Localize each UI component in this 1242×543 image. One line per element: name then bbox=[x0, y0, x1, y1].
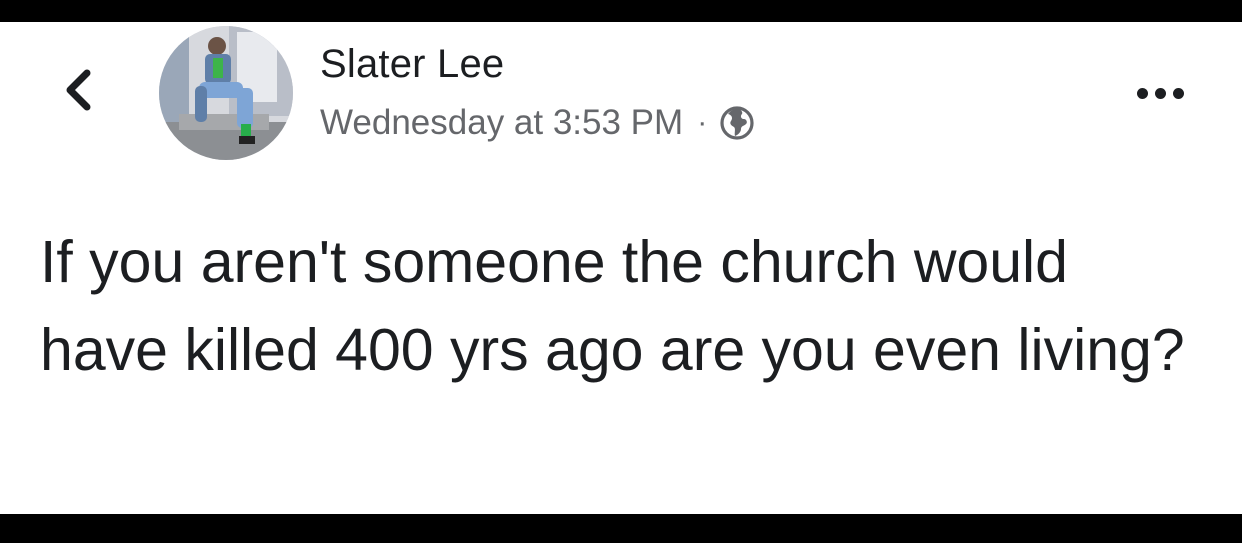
post-timestamp[interactable]: Wednesday at 3:53 PM bbox=[320, 103, 683, 143]
post-body-text: If you aren't someone the church would h… bbox=[40, 229, 1185, 383]
post-card: Slater Lee Wednesday at 3:53 PM · If you… bbox=[0, 22, 1242, 514]
globe-icon[interactable] bbox=[719, 105, 755, 141]
meta-separator: · bbox=[697, 106, 708, 139]
back-button[interactable] bbox=[48, 60, 108, 120]
chevron-left-icon bbox=[66, 69, 91, 111]
more-horizontal-icon bbox=[1136, 87, 1148, 99]
author-name[interactable]: Slater Lee bbox=[320, 42, 504, 87]
more-horizontal-icon bbox=[1172, 87, 1184, 99]
bottom-black-bar bbox=[0, 514, 1242, 543]
avatar[interactable] bbox=[159, 26, 293, 160]
top-black-bar bbox=[0, 0, 1242, 22]
post-meta: Wednesday at 3:53 PM · bbox=[320, 100, 755, 146]
avatar-photo bbox=[159, 26, 293, 160]
more-horizontal-icon bbox=[1154, 87, 1166, 99]
more-options-button[interactable] bbox=[1128, 76, 1192, 110]
